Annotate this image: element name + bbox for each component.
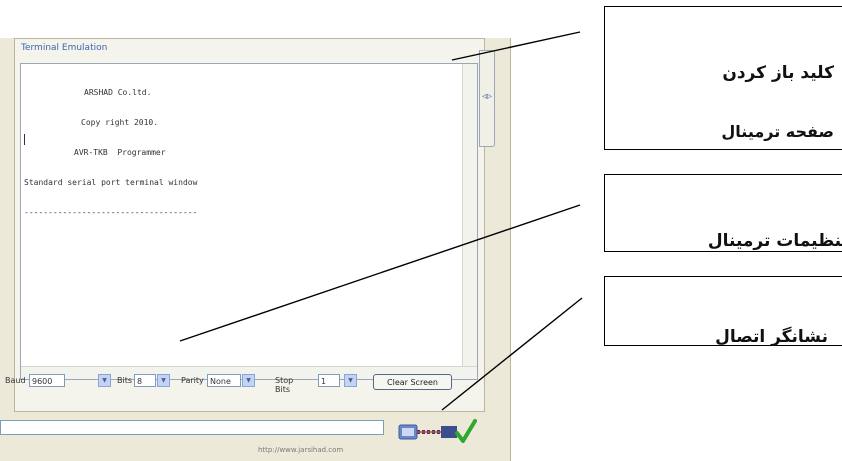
callout-line [441, 297, 583, 411]
callout-text: تنظیمات ترمینال [707, 231, 842, 251]
callout-line [179, 204, 581, 342]
callout-box-connection: نشانگر اتصال [604, 276, 842, 347]
callout-text: صفحه ترمینال [721, 122, 834, 141]
callout-text: نشانگر اتصال [715, 327, 828, 347]
callout-line [451, 31, 581, 61]
callout-text: کلید باز کردن [722, 63, 834, 83]
callout-box-terminal-open: کلید باز کردن صفحه ترمینال [604, 6, 842, 150]
callout-box-terminal-settings: تنظیمات ترمینال [604, 174, 842, 252]
